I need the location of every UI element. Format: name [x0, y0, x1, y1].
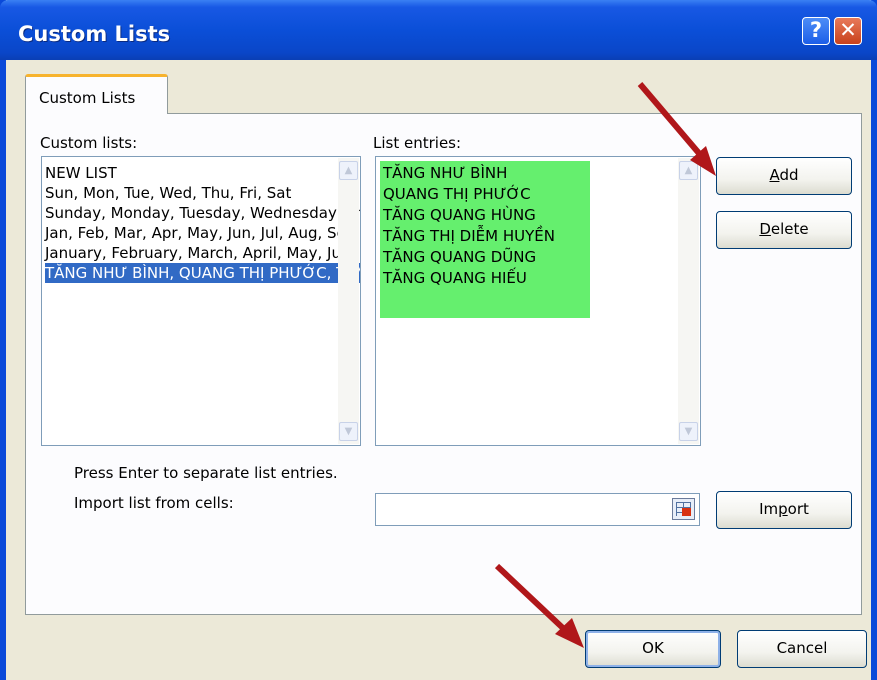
arrow-to-add-icon — [637, 82, 706, 162]
arrow-to-ok-icon — [494, 563, 568, 633]
annotation-arrows — [494, 82, 716, 648]
